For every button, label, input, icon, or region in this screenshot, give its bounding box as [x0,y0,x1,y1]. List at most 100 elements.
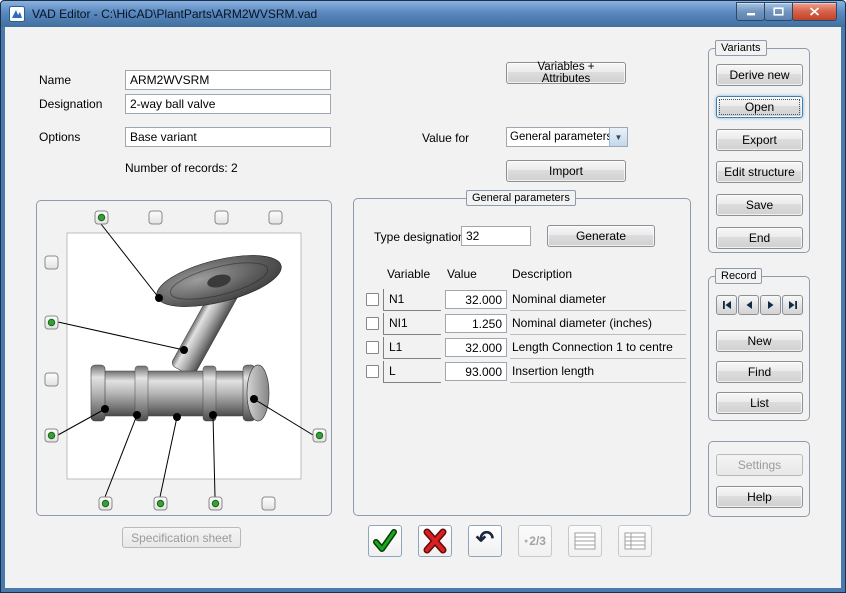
check-icon [370,528,400,554]
green-dot-icon [212,500,218,506]
new-record-button[interactable]: New [716,330,803,352]
end-button[interactable]: End [716,227,803,249]
window-controls [737,2,837,21]
page-indicator-button[interactable]: ● 2/3 [518,525,552,557]
row-checkbox[interactable] [366,293,379,306]
record-group: Record New Find List [708,276,810,421]
value-input[interactable] [445,314,507,333]
column-header-description: Description [512,267,572,281]
connection-marker[interactable] [95,211,108,224]
record-table-button[interactable] [568,525,602,557]
connection-marker[interactable] [45,316,58,329]
connection-marker[interactable] [45,373,58,386]
connection-marker[interactable] [269,211,282,224]
parameter-row: L1 Length Connection 1 to centre [354,337,690,361]
derive-new-button[interactable]: Derive new [716,64,803,86]
connection-marker[interactable] [45,429,58,442]
close-button[interactable] [792,2,837,21]
generate-button[interactable]: Generate [547,225,655,247]
titlebar[interactable]: VAD Editor - C:\HiCAD\PlantParts\ARM2WVS… [1,1,845,27]
undo-icon: ↶ [476,528,494,550]
variables-attributes-button[interactable]: Variables + Attributes [506,62,626,84]
variable-name: NI1 [383,313,441,335]
row-checkbox[interactable] [366,341,379,354]
value-for-label: Value for [422,131,469,145]
connection-marker[interactable] [45,256,58,269]
variable-description: Nominal diameter [510,289,686,311]
window-title: VAD Editor - C:\HiCAD\PlantParts\ARM2WVS… [32,7,317,21]
x-icon [421,528,449,554]
variable-name: L1 [383,337,441,359]
valve-preview [37,201,331,515]
connection-marker[interactable] [99,497,112,510]
valve-preview-panel [36,200,332,516]
variable-description: Insertion length [510,361,686,383]
variable-name: L [383,361,441,383]
row-checkbox[interactable] [366,365,379,378]
variable-name: N1 [383,289,441,311]
find-record-button[interactable]: Find [716,361,803,383]
page-indicator: 2/3 [529,534,546,548]
column-header-value: Value [447,267,477,281]
type-designation-input[interactable] [461,226,531,246]
vad-editor-window: VAD Editor - C:\HiCAD\PlantParts\ARM2WVS… [0,0,846,593]
connection-marker[interactable] [215,211,228,224]
minimize-button[interactable] [736,2,765,21]
app-icon [9,6,25,22]
settings-button[interactable]: Settings [716,454,803,476]
designation-input[interactable] [125,94,331,114]
apply-button[interactable] [368,525,402,557]
help-button[interactable]: Help [716,486,803,508]
records-count-text: Number of records: 2 [125,161,238,175]
table-columns-icon [624,532,646,550]
connection-marker[interactable] [209,497,222,510]
record-first-button[interactable] [716,295,737,315]
save-button[interactable]: Save [716,194,803,216]
value-input[interactable] [445,362,507,381]
green-dot-icon [48,432,54,438]
record-last-button[interactable] [782,295,803,315]
open-button[interactable]: Open [716,96,803,118]
value-input[interactable] [445,290,507,309]
record-list-button[interactable] [618,525,652,557]
chevron-down-icon[interactable]: ▼ [609,128,627,146]
value-for-select[interactable]: General parameters ▼ [506,127,628,147]
valve-right-face [247,365,269,421]
designation-label: Designation [39,97,102,111]
valve-body [93,371,249,416]
green-dot-icon [48,319,54,325]
maximize-icon [773,7,784,16]
value-input[interactable] [445,338,507,357]
parameter-row: L Insertion length [354,361,690,385]
variants-group-title: Variants [715,40,767,56]
import-button[interactable]: Import [506,160,626,182]
connection-marker[interactable] [154,497,167,510]
parameter-row: N1 Nominal diameter [354,289,690,313]
maximize-button[interactable] [764,2,793,21]
variants-group: Variants Derive new Open Export Edit str… [708,48,810,253]
dot-icon: ● [524,538,528,545]
previous-record-icon [743,299,755,311]
edit-structure-button[interactable]: Edit structure [716,161,803,183]
list-records-button[interactable]: List [716,392,803,414]
general-parameters-title: General parameters [466,190,576,206]
record-previous-button[interactable] [738,295,759,315]
connection-marker[interactable] [262,497,275,510]
cancel-button[interactable] [418,525,452,557]
row-checkbox[interactable] [366,317,379,330]
last-record-icon [787,299,799,311]
undo-button[interactable]: ↶ [468,525,502,557]
next-record-icon [765,299,777,311]
connection-marker[interactable] [313,429,326,442]
type-designation-label: Type designation [374,230,465,244]
close-icon [809,7,820,16]
green-dot-icon [157,500,163,506]
name-input[interactable] [125,70,331,90]
options-input[interactable] [125,127,331,147]
first-record-icon [721,299,733,311]
specification-sheet-button[interactable]: Specification sheet [122,527,241,548]
connection-marker[interactable] [149,211,162,224]
record-group-title: Record [715,268,762,284]
record-next-button[interactable] [760,295,781,315]
export-button[interactable]: Export [716,129,803,151]
